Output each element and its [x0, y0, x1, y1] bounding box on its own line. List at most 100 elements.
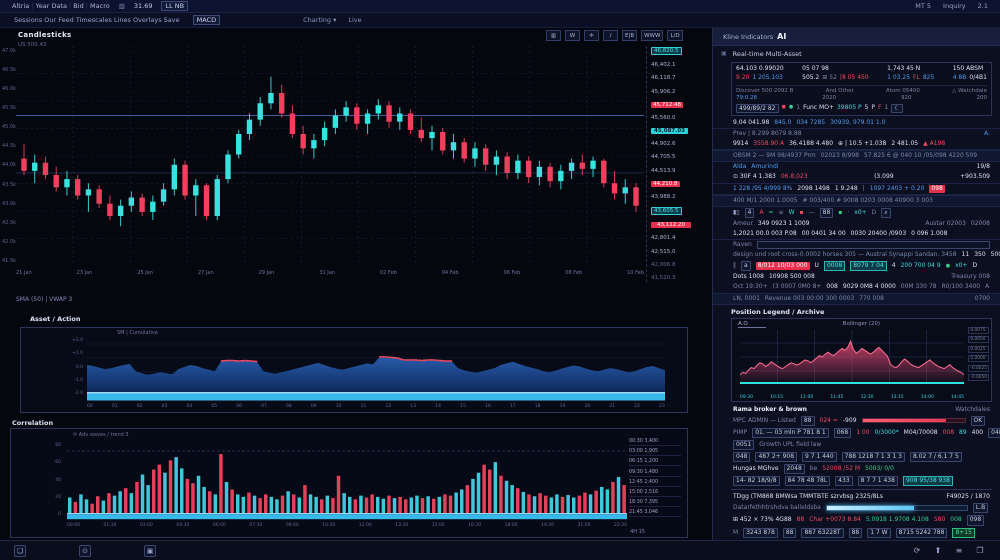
value-chip[interactable]: 068	[834, 428, 851, 438]
value-chip[interactable]: 098	[929, 185, 944, 193]
value-chip[interactable]: 4	[745, 208, 755, 218]
value-chip[interactable]: 01. — 03 mln P 781 8 1	[752, 428, 829, 438]
price-level-badge[interactable]: 44,210.8	[651, 181, 680, 187]
value-chip[interactable]: 9 7 1 440	[802, 452, 837, 462]
value-chip[interactable]: 908 95/38 938	[903, 476, 953, 486]
price-level: 44,902.6	[651, 141, 708, 147]
row-cell: 0030 20400 /0903	[851, 230, 906, 238]
summary-chip[interactable]: 499/89/2 82	[736, 104, 779, 113]
volume-chart[interactable]	[67, 439, 627, 523]
area-chart[interactable]	[87, 334, 665, 402]
menu2-center-item[interactable]: Charting ▾	[303, 16, 336, 24]
data-row: Raven	[713, 240, 1000, 250]
summary-headval: 920	[901, 95, 912, 101]
macd-toggle[interactable]: MACD	[193, 15, 220, 25]
menu2-item[interactable]: Save	[164, 16, 180, 24]
menu1-right-item[interactable]: Inquiry	[943, 2, 966, 10]
menu2-item[interactable]: Lines	[114, 16, 133, 24]
row-cell: 580	[934, 516, 945, 524]
panel-gutter-icon[interactable]: ▣	[721, 50, 727, 57]
menu2-item[interactable]: Overlays	[133, 16, 164, 24]
value-chip[interactable]: 8079 7 04	[850, 261, 887, 271]
price-level-badge[interactable]: 46,820.5	[651, 47, 682, 55]
value-chip[interactable]: 3243 878	[743, 528, 778, 538]
ao-tab[interactable]: A.O	[738, 321, 766, 328]
menu2-center-item[interactable]: Live	[348, 16, 361, 24]
upload-icon[interactable]: ⬆	[932, 545, 944, 557]
row-cell: 11	[962, 251, 970, 259]
value-chip[interactable]: 788 1218 7 1 3 1 3	[842, 452, 905, 462]
value-chip[interactable]: 1 7 W	[867, 528, 890, 538]
price-level-badge[interactable]: 43,605.5	[651, 207, 682, 215]
menu-icon[interactable]: ≡	[953, 545, 965, 557]
notes-icon[interactable]: ❏	[14, 545, 26, 557]
input-box[interactable]	[757, 241, 990, 249]
value-chip[interactable]: L.B	[973, 503, 988, 513]
value-chip[interactable]: 0008	[824, 261, 845, 271]
value-chip[interactable]: 8.02 7 / 6.1 7 5	[910, 452, 962, 462]
value-chip[interactable]: 8+15	[952, 528, 974, 538]
menu1-item[interactable]: Year Data	[34, 2, 69, 10]
menu2-item[interactable]: Timescales	[76, 16, 114, 24]
value-chip[interactable]: 048	[733, 452, 750, 462]
value-chip[interactable]: 098	[967, 515, 984, 525]
value-chip[interactable]: 433	[835, 476, 852, 486]
value-chip[interactable]: 88	[801, 416, 815, 426]
value-chip[interactable]: 2048	[784, 464, 805, 474]
value-chip[interactable]: 887 63228T	[801, 528, 843, 538]
price-level-badge[interactable]: 43,112.20	[651, 222, 691, 228]
menu1-item[interactable]: Altria	[12, 2, 31, 10]
summary-chip[interactable]: 39805 P	[837, 104, 862, 113]
summary-col: 150 ABSM4 8B0/4B1	[953, 65, 987, 81]
menu2-item[interactable]: Sessions	[14, 16, 44, 24]
candlestick-chart[interactable]	[16, 46, 644, 266]
refresh-icon[interactable]: ⟳	[911, 545, 923, 557]
market-summary-box: 64.103 0.990209.201 205.10305 07 98505.2…	[731, 62, 992, 116]
menu2-item[interactable]: Our Feed	[44, 16, 76, 24]
pink-x-axis: 09:3010:1511:0011:4512:3013:1514:0014:45	[740, 395, 964, 400]
y-tick: -1.0	[63, 378, 83, 383]
value-chip[interactable]: 487 2+ 908	[755, 452, 797, 462]
chart-tool-button[interactable]: /	[603, 30, 618, 41]
menu1-item[interactable]: Bid	[71, 2, 86, 10]
data-row: PIMP01. — 03 mln P 781 8 10681 000/3000*…	[713, 427, 1000, 439]
value-chip[interactable]: 14- 82 18/9/8	[733, 476, 780, 486]
row-cell: 1097 2403 + 0.20	[870, 185, 925, 193]
menu1-item[interactable]: Macro	[88, 2, 110, 10]
value-chip[interactable]: 88	[783, 528, 797, 538]
row-cell: x0+	[955, 262, 967, 270]
value-chip[interactable]: 8/012 10/03 000	[756, 262, 810, 270]
mode-badge[interactable]: LL NB	[161, 1, 188, 11]
menu1-right-item[interactable]: MT 5	[915, 2, 931, 10]
bollinger-label: Bollinger (20)	[843, 321, 880, 328]
chart-tool-button[interactable]: W	[565, 30, 580, 41]
chart-type-icon[interactable]: ▥	[119, 2, 125, 10]
price-level-badge[interactable]: 45,087.03	[651, 128, 688, 134]
value-chip[interactable]: 0051	[733, 440, 754, 450]
data-row: LN, 0001Revenue 003 00:00 300 0003770 00…	[713, 293, 1000, 305]
summary-subvalue: 1 205.103	[752, 74, 783, 81]
chart-tool-button[interactable]: L/D	[667, 30, 682, 41]
layers-icon[interactable]: ❐	[974, 545, 986, 557]
gear-icon[interactable]: ⊙	[79, 545, 91, 557]
chart-tool-button[interactable]: ✛	[584, 30, 599, 41]
value-chip[interactable]: a	[741, 261, 751, 271]
chart-tool-button[interactable]: E|B	[622, 30, 637, 41]
value-chip[interactable]: 8715 5242 788	[896, 528, 948, 538]
window-icon[interactable]: ▣	[144, 545, 156, 557]
value-chip[interactable]: 8 7 7 1 438	[858, 476, 898, 486]
value-chip[interactable]: 88	[849, 528, 863, 538]
value-chip[interactable]: OK	[971, 416, 986, 426]
y-tick: 43.0k	[2, 201, 15, 207]
price-level-badge[interactable]: 45,712.48	[651, 102, 683, 108]
value-chip[interactable]: ⌕	[881, 208, 890, 218]
pink-area-chart[interactable]	[740, 330, 964, 386]
summary-chip[interactable]: ☾	[891, 104, 902, 113]
chart-tool-button[interactable]: WWW	[641, 30, 663, 41]
menu1-right-item[interactable]: 2.1	[978, 2, 988, 10]
value-chip[interactable]: 88	[820, 208, 834, 218]
value-chip[interactable]: 048	[988, 428, 1000, 438]
x-tick: 06:00	[213, 523, 226, 528]
chart-tool-button[interactable]: ▥	[546, 30, 561, 41]
value-chip[interactable]: 84 78 48 78L	[785, 476, 831, 486]
